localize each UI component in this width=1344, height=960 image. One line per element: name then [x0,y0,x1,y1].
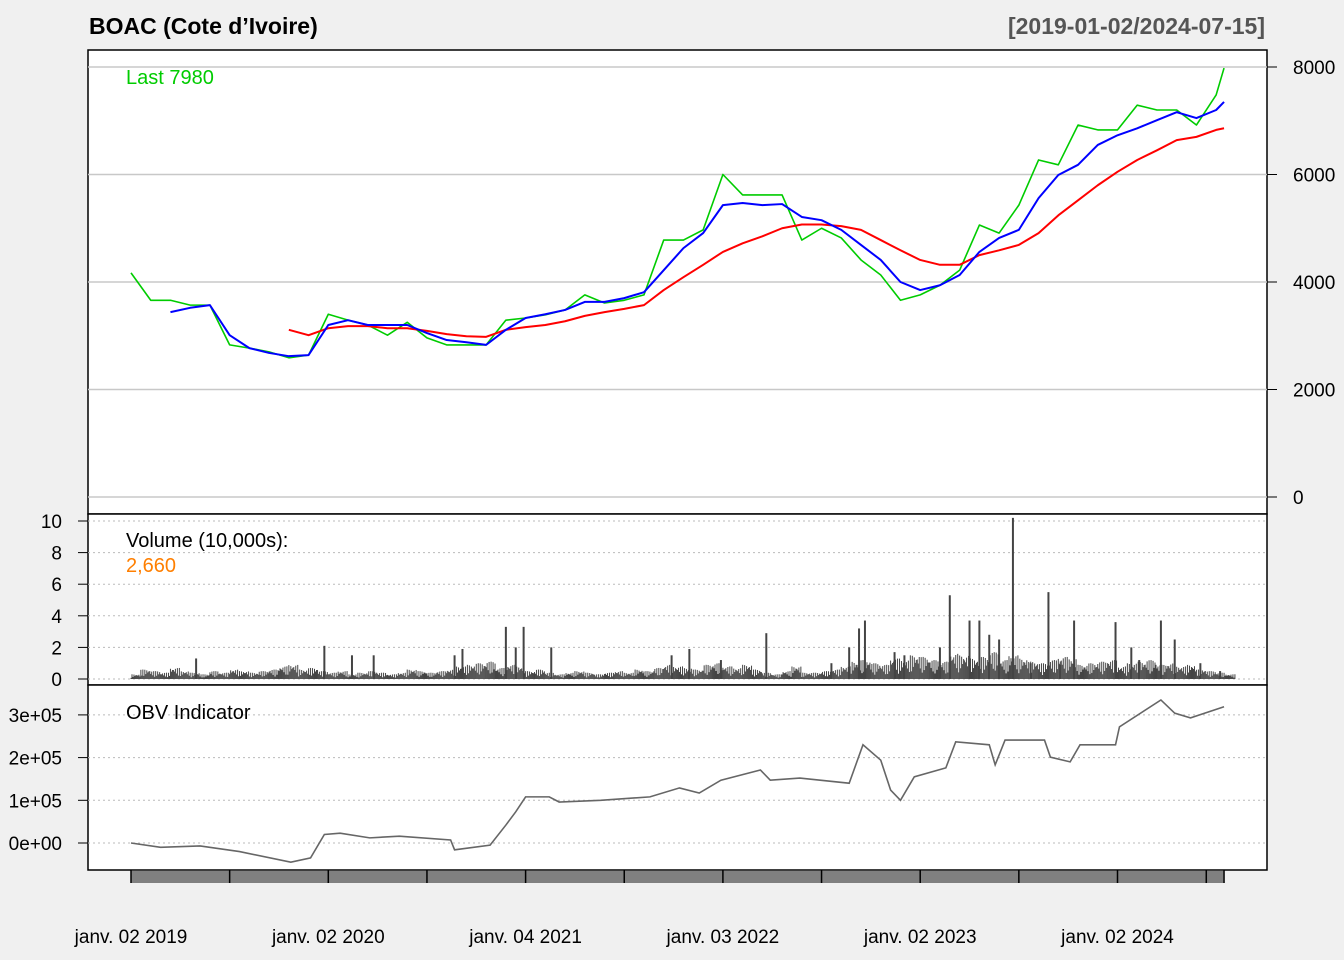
chart: BOAC (Cote d’Ivoire) [2019-01-02/2024-07… [0,0,1344,960]
date-range: [2019-01-02/2024-07-15] [1008,13,1265,39]
volume-label: Volume (10,000s): [126,530,288,552]
obv-label: OBV Indicator [126,702,251,724]
price-tick-label: 2000 [1293,381,1335,402]
price-tick-label: 0 [1293,488,1304,509]
obv-panel [88,685,1267,870]
x-tick-label: janv. 03 2022 [666,927,780,948]
x-tick-label: janv. 02 2020 [271,927,385,948]
obv-tick-label: 2e+05 [9,749,62,770]
obv-tick-label: 0e+00 [9,834,62,855]
obv-tick-label: 1e+05 [9,791,62,812]
x-tick-label: janv. 02 2023 [863,927,977,948]
x-tick-label: janv. 02 2019 [74,927,188,948]
volume-tick-label: 0 [51,670,62,691]
x-axis-bar [131,871,1224,883]
volume-tick-label: 2 [51,638,62,659]
volume-tick-label: 6 [51,575,62,596]
volume-tick-label: 4 [51,607,62,628]
volume-tick-label: 10 [41,512,62,533]
volume-tick-label: 8 [51,544,62,565]
last-price-label: Last 7980 [126,67,214,89]
x-tick-label: janv. 02 2024 [1060,927,1174,948]
price-tick-label: 4000 [1293,273,1335,294]
obv-tick-label: 3e+05 [9,706,62,727]
chart-title: BOAC (Cote d’Ivoire) [89,13,318,39]
x-tick-label: janv. 04 2021 [468,927,582,948]
volume-last-value: 2,660 [126,555,176,577]
price-tick-label: 8000 [1293,58,1335,79]
price-tick-label: 6000 [1293,166,1335,187]
